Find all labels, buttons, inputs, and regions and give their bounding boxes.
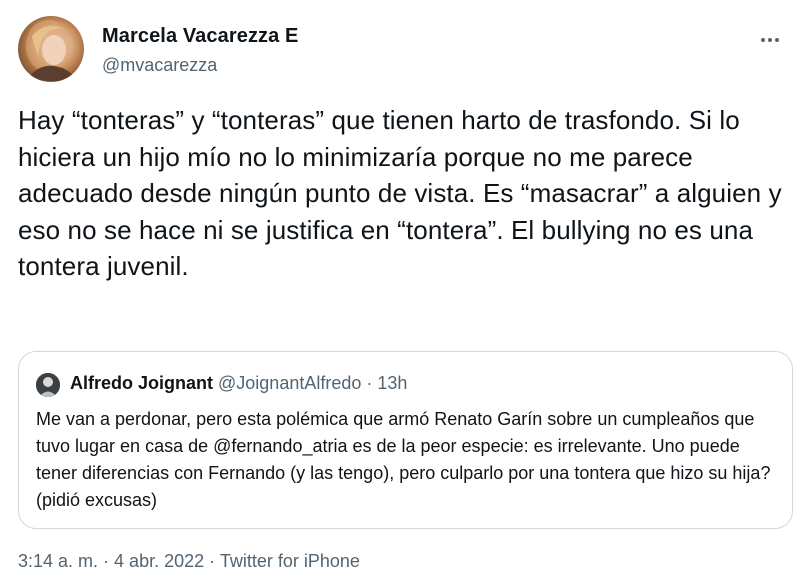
tweet-source[interactable]: Twitter for iPhone	[220, 551, 360, 571]
meta-separator: ·	[361, 373, 378, 393]
author-handle[interactable]: @mvacarezza	[102, 55, 217, 76]
author-name[interactable]: Marcela Vacarezza E	[102, 25, 298, 48]
quoted-avatar-photo-icon	[36, 373, 60, 397]
footer-separator: ·	[204, 551, 220, 571]
quoted-author-avatar[interactable]	[36, 373, 60, 397]
quoted-tweet-time[interactable]: 13h	[377, 373, 407, 393]
tweet-footer: 3:14 a. m. · 4 abr. 2022 · Twitter for i…	[18, 551, 360, 572]
quoted-author-handle[interactable]: @JoignantAlfredo	[218, 373, 361, 393]
footer-separator: ·	[98, 551, 115, 571]
ellipsis-horizontal-icon	[761, 38, 765, 42]
avatar-photo-icon	[26, 20, 78, 82]
quoted-tweet-meta: Alfredo Joignant @JoignantAlfredo · 13h	[70, 373, 407, 394]
tweet-time[interactable]: 3:14 a. m.	[18, 551, 98, 571]
quoted-author-name[interactable]: Alfredo Joignant	[70, 373, 213, 393]
tweet-header: Marcela Vacarezza E @mvacarezza	[18, 16, 788, 84]
tweet-card: Marcela Vacarezza E @mvacarezza Hay “ton…	[0, 0, 800, 586]
quoted-tweet-text: Me van a perdonar, pero esta polémica qu…	[36, 409, 771, 510]
quoted-tweet[interactable]: Alfredo Joignant @JoignantAlfredo · 13h …	[18, 351, 793, 529]
tweet-date[interactable]: 4 abr. 2022	[114, 551, 204, 571]
author-avatar[interactable]	[18, 16, 84, 82]
more-options-button[interactable]	[752, 26, 788, 54]
tweet-text: Hay “tonteras” y “tonteras” que tienen h…	[18, 105, 782, 281]
